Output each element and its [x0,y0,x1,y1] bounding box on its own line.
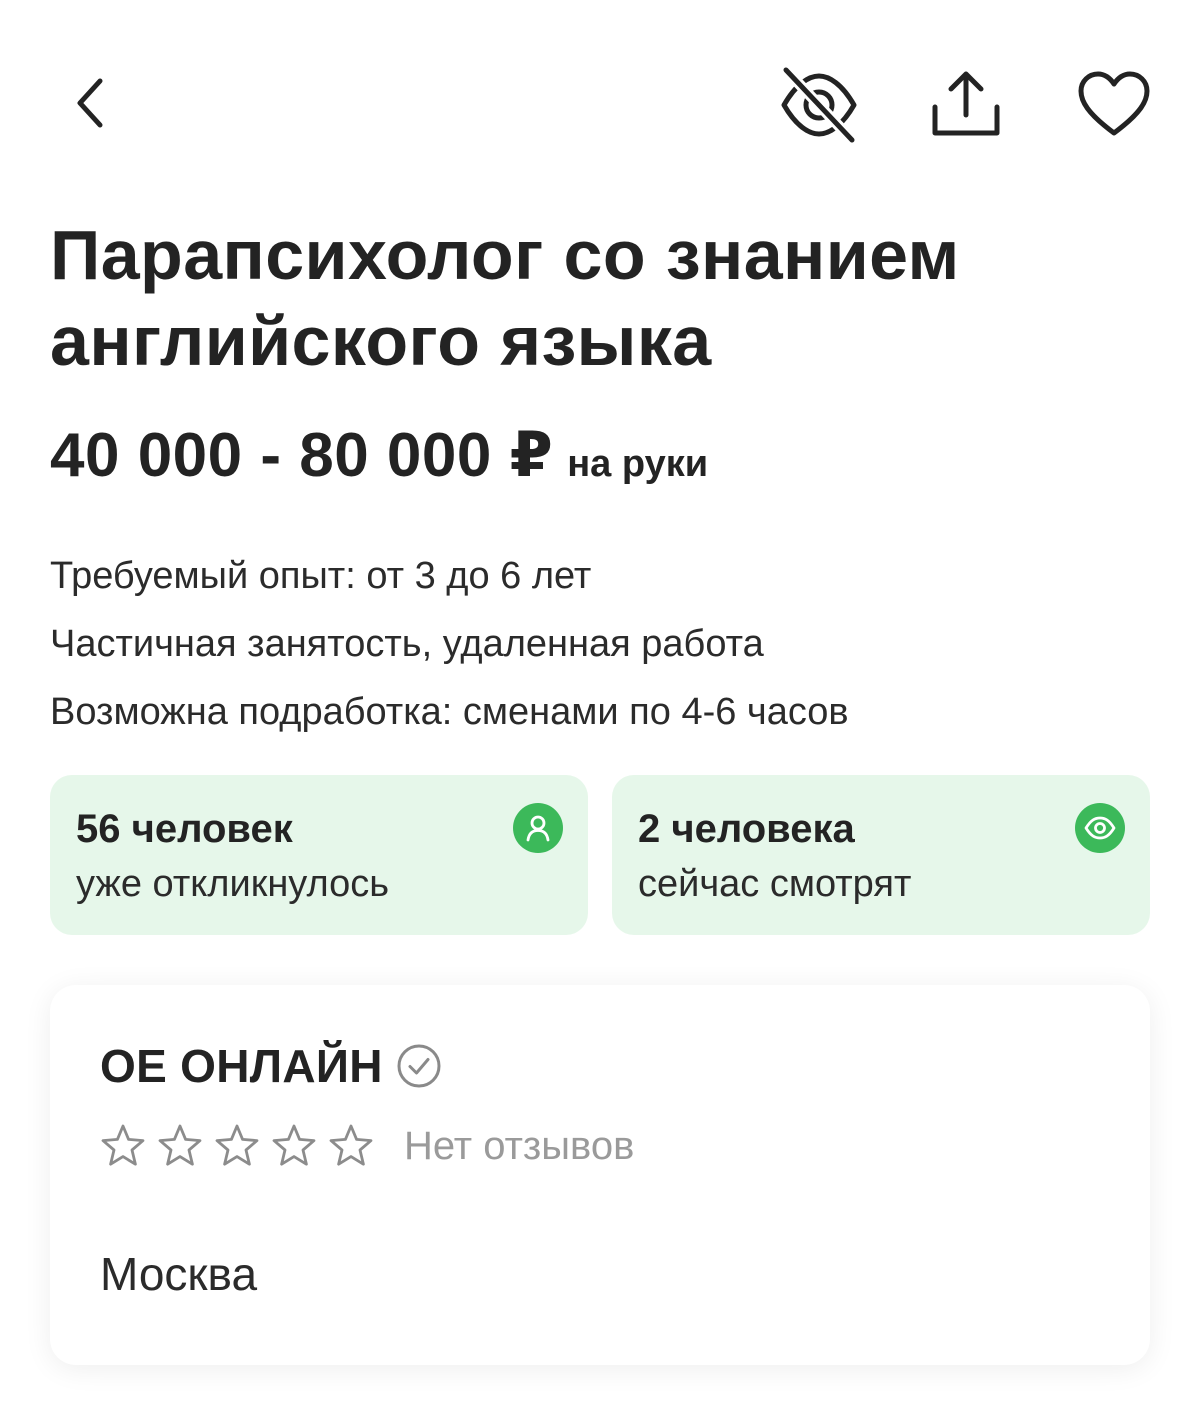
salary: 40 000 - 80 000 ₽ на руки [50,418,708,491]
chevron-left-icon [77,78,103,128]
top-bar [0,0,1200,200]
reviews-link[interactable]: Нет отзывов [404,1124,634,1169]
star-outline-icon [328,1123,374,1169]
responses-label: уже откликнулось [76,863,389,905]
star-outline-icon [157,1123,203,1169]
vacancy-title-line: Парапсихолог со знанием [50,216,960,294]
heart-icon [1078,71,1150,136]
company-name[interactable]: ОЕ ОНЛАЙН [100,1039,383,1093]
vacancy-title-line: английского языка [50,302,712,380]
back-button[interactable] [58,68,122,138]
eye-off-icon [781,66,857,144]
star-outline-icon [214,1123,260,1169]
star-outline-icon [271,1123,317,1169]
viewers-stat: 2 человека сейчас смотрят [612,775,1150,935]
responses-count: 56 человек [76,807,293,851]
company-card[interactable]: ОЕ ОНЛАЙН Нет отзывов Москва [50,985,1150,1365]
eye-icon [1075,803,1125,853]
company-rating: Нет отзывов [100,1123,634,1169]
favorite-button[interactable] [1074,66,1154,142]
check-circle-icon [395,1042,443,1090]
viewers-count: 2 человека [638,807,855,851]
viewers-label: сейчас смотрят [638,863,912,905]
vacancy-details: Требуемый опыт: от 3 до 6 лет Частичная … [50,542,849,746]
star-outline-icon [100,1123,146,1169]
responses-stat: 56 человек уже откликнулось [50,775,588,935]
salary-amount: 40 000 - 80 000 ₽ [50,421,554,490]
salary-suffix: на руки [567,443,709,485]
hide-vacancy-button[interactable] [776,64,862,146]
side-job-text: Возможна подработка: сменами по 4-6 часо… [50,691,849,733]
experience-text: Требуемый опыт: от 3 до 6 лет [50,555,592,597]
person-icon [513,803,563,853]
company-header: ОЕ ОНЛАЙН [100,1039,443,1093]
share-button[interactable] [928,66,1004,142]
employment-text: Частичная занятость, удаленная работа [50,623,764,665]
vacancy-title: Парапсихолог со знанием английского язык… [50,212,1160,384]
share-icon [932,71,1000,136]
rating-stars [100,1123,374,1169]
company-city: Москва [100,1248,258,1300]
